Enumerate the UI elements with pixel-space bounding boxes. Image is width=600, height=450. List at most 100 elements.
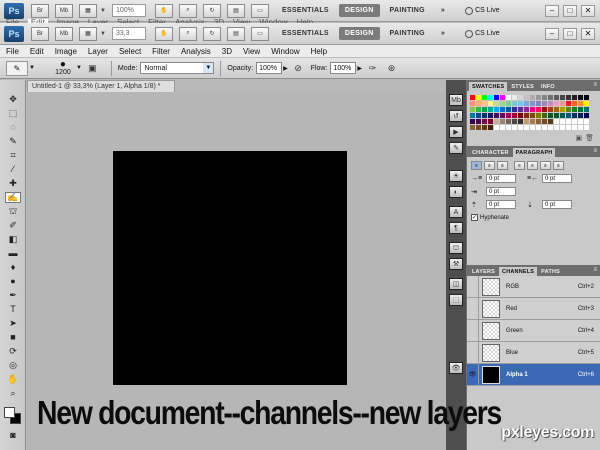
color-swatch[interactable]	[535, 112, 542, 119]
type-tool-icon[interactable]: T	[5, 304, 21, 315]
hand-tool-icon[interactable]: ✋	[154, 3, 173, 18]
color-swatch[interactable]	[571, 106, 578, 113]
color-swatch[interactable]	[583, 124, 590, 131]
hand-tool-icon[interactable]: ✋	[5, 374, 21, 385]
channel-row-rgb[interactable]: RGB Ctrl+2	[467, 275, 600, 298]
color-swatch[interactable]	[571, 112, 578, 119]
color-swatch[interactable]	[475, 95, 482, 101]
color-swatch[interactable]	[583, 100, 590, 107]
quick-selection-tool-icon[interactable]: ✎	[5, 136, 21, 147]
gradient-tool-icon[interactable]: ▬	[5, 248, 21, 259]
color-swatch[interactable]	[523, 124, 530, 131]
eyedropper-tool-icon[interactable]: ⁄	[5, 164, 21, 175]
path-selection-tool-icon[interactable]: ➤	[5, 318, 21, 329]
zoom-tool-icon[interactable]: ⌕	[5, 388, 21, 399]
panel-menu-icon[interactable]: ≡	[593, 82, 597, 88]
adjustments-panel-icon[interactable]: ☀	[449, 170, 463, 182]
tool-preset-arrow-icon[interactable]: ▼	[29, 65, 35, 71]
extras-dropdown-arrow-icon-secondary[interactable]: ▼	[100, 31, 106, 37]
color-swatch[interactable]	[577, 118, 584, 125]
color-swatch[interactable]	[493, 112, 500, 119]
color-swatch[interactable]	[475, 112, 482, 119]
color-swatch[interactable]	[487, 112, 494, 119]
color-swatch[interactable]	[487, 124, 494, 131]
channel-visibility-toggle[interactable]	[467, 275, 479, 298]
color-swatch[interactable]	[511, 106, 518, 113]
tab-swatches[interactable]: SWATCHES	[469, 82, 508, 91]
color-swatch[interactable]	[511, 100, 518, 107]
color-swatch[interactable]	[523, 112, 530, 119]
tool-preset-picker[interactable]: ✎	[6, 60, 28, 76]
lasso-tool-icon[interactable]: ◌	[5, 122, 21, 133]
menu-image[interactable]: Image	[55, 47, 77, 56]
pressure-size-icon[interactable]: ⊛	[385, 62, 398, 75]
color-swatch[interactable]	[493, 124, 500, 131]
color-swatch[interactable]	[571, 100, 578, 107]
color-swatch[interactable]	[541, 118, 548, 125]
color-swatch[interactable]	[541, 95, 548, 101]
color-swatch[interactable]	[475, 124, 482, 131]
color-swatch[interactable]	[517, 112, 524, 119]
menu-window[interactable]: Window	[271, 47, 299, 56]
color-swatch[interactable]	[583, 95, 590, 101]
justify-last-right-icon[interactable]: ≡	[540, 161, 551, 171]
indent-first-line-input[interactable]: 0 pt	[486, 187, 516, 197]
color-swatch[interactable]	[559, 118, 566, 125]
color-swatch[interactable]	[559, 112, 566, 119]
justify-all-icon[interactable]: ≡	[553, 161, 564, 171]
spot-healing-tool-icon[interactable]: ✚	[5, 178, 21, 189]
color-swatch[interactable]	[517, 100, 524, 107]
hyphenate-checkbox[interactable]: ✓	[471, 214, 478, 222]
channel-row-red[interactable]: Red Ctrl+3	[467, 297, 600, 320]
tool-presets-panel-icon[interactable]: ⚒	[449, 258, 463, 270]
bridge-icon[interactable]: Br	[31, 3, 49, 18]
menu-file[interactable]: File	[6, 47, 19, 56]
color-swatch[interactable]	[523, 106, 530, 113]
color-swatch[interactable]	[475, 100, 482, 107]
pressure-opacity-icon[interactable]: ⊘	[292, 62, 305, 75]
brush-tool-icon[interactable]: ✍	[5, 192, 21, 203]
close-icon[interactable]: ✕	[581, 4, 595, 17]
menu-help[interactable]: Help	[311, 47, 327, 56]
history-brush-tool-icon[interactable]: ✐	[5, 220, 21, 231]
color-swatch[interactable]	[511, 112, 518, 119]
color-swatch[interactable]	[535, 118, 542, 125]
menu-select[interactable]: Select	[119, 47, 141, 56]
color-swatch[interactable]	[470, 106, 476, 113]
color-swatch[interactable]	[547, 118, 554, 125]
tab-styles[interactable]: STYLES	[508, 82, 537, 91]
color-swatch[interactable]	[517, 124, 524, 131]
zoom-level-field-secondary[interactable]: 33,3	[111, 27, 146, 40]
color-swatch[interactable]	[541, 100, 548, 107]
channel-row-blue[interactable]: Blue Ctrl+5	[467, 341, 600, 364]
color-swatch[interactable]	[499, 95, 506, 101]
workspace-design-button[interactable]: DESIGN	[338, 4, 380, 17]
extras-icon-secondary[interactable]: ▦	[79, 26, 97, 41]
marquee-tool-icon[interactable]: ⬚	[5, 108, 21, 119]
color-swatch[interactable]	[553, 112, 560, 119]
menu-filter[interactable]: Filter	[152, 47, 170, 56]
color-swatch[interactable]	[565, 118, 572, 125]
color-swatch[interactable]	[481, 124, 488, 131]
opacity-slider-arrow-icon[interactable]: ▶	[283, 65, 288, 72]
color-swatch[interactable]	[547, 112, 554, 119]
color-swatch[interactable]	[547, 124, 554, 131]
document-canvas[interactable]	[113, 151, 347, 385]
color-swatch[interactable]	[470, 124, 476, 131]
opacity-input[interactable]: 100%	[256, 62, 283, 74]
color-swatch[interactable]	[529, 100, 536, 107]
color-swatch[interactable]	[517, 106, 524, 113]
color-swatch[interactable]	[470, 100, 476, 107]
mini-bridge-icon[interactable]: Mb	[55, 3, 73, 18]
space-before-input[interactable]: 0 pt	[486, 200, 516, 210]
color-swatch[interactable]	[493, 106, 500, 113]
channel-visibility-toggle[interactable]	[467, 297, 479, 320]
align-left-icon[interactable]: ≡	[471, 161, 482, 171]
brush-panel-toggle-icon[interactable]: ▣	[86, 62, 99, 75]
color-swatch[interactable]	[470, 112, 476, 119]
color-swatch[interactable]	[470, 95, 476, 101]
tab-paths[interactable]: PATHS	[538, 267, 563, 276]
color-swatch[interactable]	[577, 124, 584, 131]
color-swatch[interactable]	[523, 100, 530, 107]
airbrush-icon[interactable]: ✑	[366, 62, 379, 75]
